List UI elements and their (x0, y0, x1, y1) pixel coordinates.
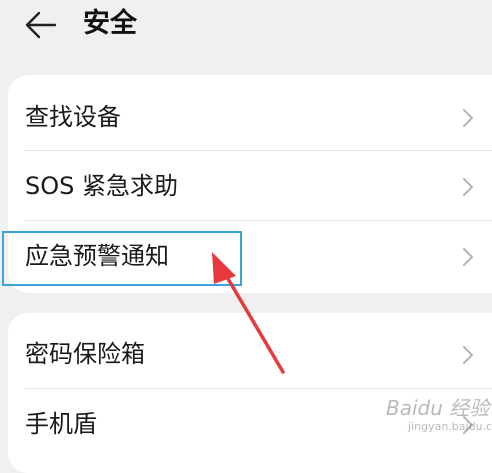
sos-emergency-item[interactable]: SOS 紧急求助 (8, 151, 492, 221)
emergency-alert-label: 应急预警通知 (25, 242, 169, 270)
emergency-alert-item[interactable]: 应急预警通知 (8, 221, 492, 291)
arrow-left-icon (25, 11, 57, 39)
chevron-right-icon (463, 109, 473, 127)
chevron-right-icon (463, 248, 473, 266)
settings-group-1: 查找设备 SOS 紧急求助 应急预警通知 (8, 75, 492, 293)
settings-group-2: 密码保险箱 手机盾 (8, 313, 492, 473)
chevron-right-icon (463, 346, 473, 364)
password-vault-label: 密码保险箱 (25, 340, 145, 368)
back-button[interactable] (22, 8, 60, 42)
chevron-right-icon (463, 178, 473, 196)
chevron-right-icon (463, 416, 473, 434)
sos-emergency-label: SOS 紧急求助 (25, 172, 178, 200)
password-vault-item[interactable]: 密码保险箱 (8, 319, 492, 389)
find-device-label: 查找设备 (25, 103, 121, 131)
header: 安全 (0, 0, 492, 56)
page-title: 安全 (83, 8, 137, 39)
find-device-item[interactable]: 查找设备 (8, 82, 492, 152)
